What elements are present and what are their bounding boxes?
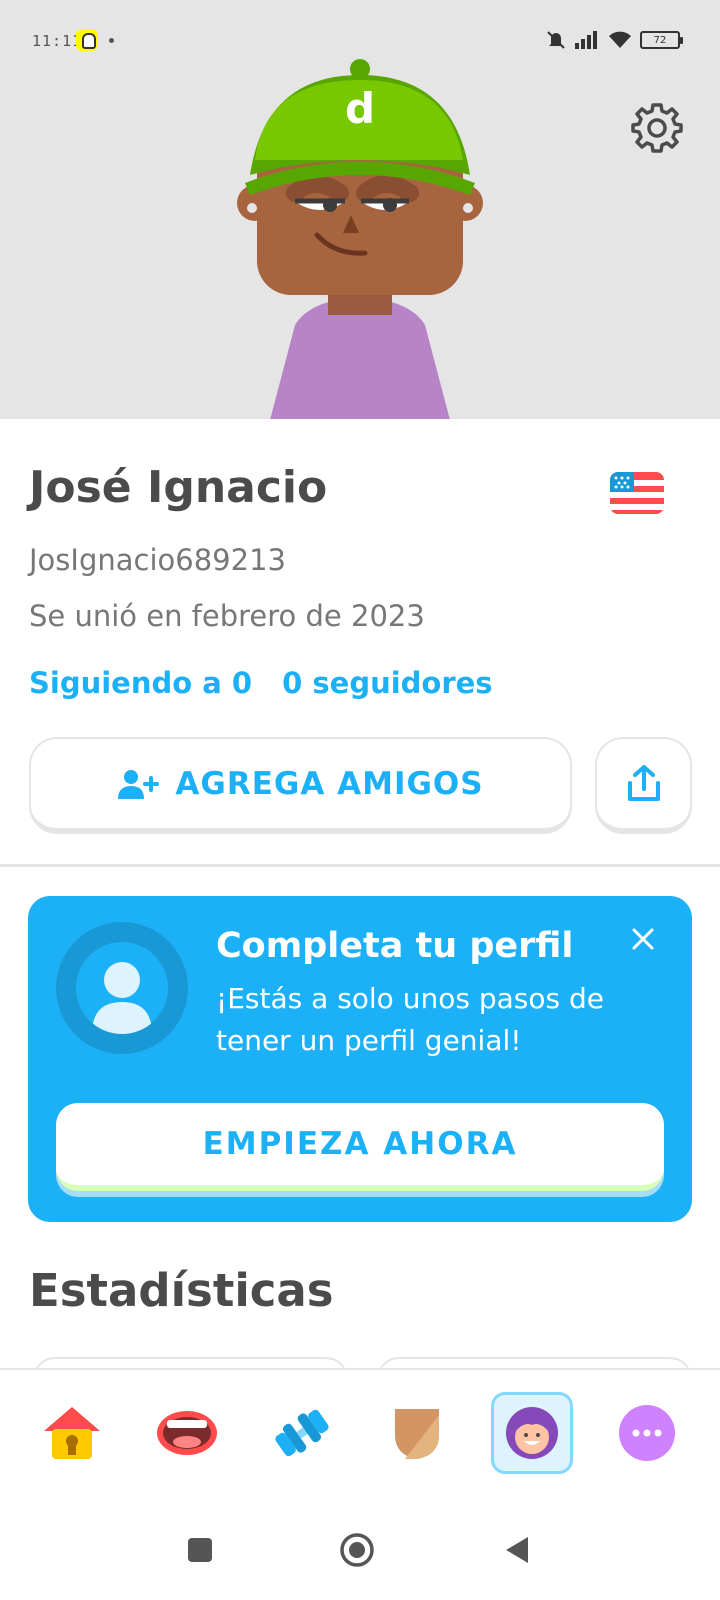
home-icon	[44, 1407, 100, 1459]
square-icon	[188, 1538, 212, 1562]
us-flag-icon[interactable]	[610, 472, 664, 514]
battery-level: 72	[653, 34, 667, 46]
nav-home[interactable]	[31, 1392, 113, 1474]
nav-speak[interactable]	[146, 1392, 228, 1474]
notification-dot-icon	[109, 38, 114, 43]
followers-link[interactable]: 0 seguidores	[282, 666, 492, 700]
status-time: 11:11	[32, 32, 83, 50]
section-divider	[0, 864, 720, 867]
add-friends-label: AGREGA AMIGOS	[175, 765, 484, 802]
snapchat-icon	[76, 29, 98, 51]
share-icon	[627, 764, 660, 801]
start-now-button[interactable]: EMPIEZA AHORA	[56, 1103, 664, 1191]
add-friends-button[interactable]: AGREGA AMIGOS	[29, 737, 572, 834]
circle-home-icon	[340, 1533, 374, 1567]
avatar-illustration: d	[237, 59, 483, 419]
join-date: Se unió en febrero de 2023	[29, 599, 425, 633]
speak-icon	[157, 1411, 217, 1455]
settings-button[interactable]	[630, 100, 684, 154]
more-icon	[619, 1405, 675, 1461]
promo-title: Completa tu perfil	[216, 926, 574, 966]
signal-icon	[575, 31, 597, 49]
profile-header: 11:11 72 d	[0, 0, 720, 419]
username: JosIgnacio689213	[29, 543, 286, 577]
back-triangle-icon	[506, 1537, 528, 1563]
practice-icon	[275, 1409, 329, 1457]
gear-icon	[631, 103, 683, 153]
statistics-heading: Estadísticas	[29, 1264, 334, 1317]
follow-stats: Siguiendo a 0 0 seguidores	[29, 666, 493, 700]
status-icons: 72	[546, 28, 683, 52]
nav-practice[interactable]	[261, 1392, 343, 1474]
profile-icon	[506, 1407, 558, 1459]
promo-text: ¡Estás a solo unos pasos de tener un per…	[216, 982, 604, 1057]
home-system-button[interactable]	[337, 1530, 377, 1570]
add-user-icon	[118, 769, 160, 799]
profile-placeholder-avatar	[56, 922, 188, 1054]
nav-profile[interactable]	[491, 1392, 573, 1474]
mute-icon	[547, 31, 565, 49]
close-button[interactable]	[628, 924, 658, 954]
profile-name: José Ignacio	[29, 462, 328, 513]
complete-profile-card: Completa tu perfil ¡Estás a solo unos pa…	[28, 896, 692, 1222]
following-link[interactable]: Siguiendo a 0	[29, 666, 252, 700]
nav-leagues[interactable]	[376, 1392, 458, 1474]
battery-icon: 72	[640, 31, 683, 49]
system-navigation-bar	[0, 1490, 720, 1600]
nav-more[interactable]	[606, 1392, 688, 1474]
bottom-navigation	[0, 1368, 720, 1478]
recent-apps-button[interactable]	[180, 1530, 220, 1570]
leagues-icon	[395, 1409, 439, 1459]
svg-text:d: d	[345, 84, 375, 133]
wifi-icon	[609, 31, 631, 48]
close-icon	[632, 928, 654, 950]
back-button[interactable]	[497, 1530, 537, 1570]
user-silhouette-icon	[92, 962, 152, 1034]
share-button[interactable]	[595, 737, 692, 834]
